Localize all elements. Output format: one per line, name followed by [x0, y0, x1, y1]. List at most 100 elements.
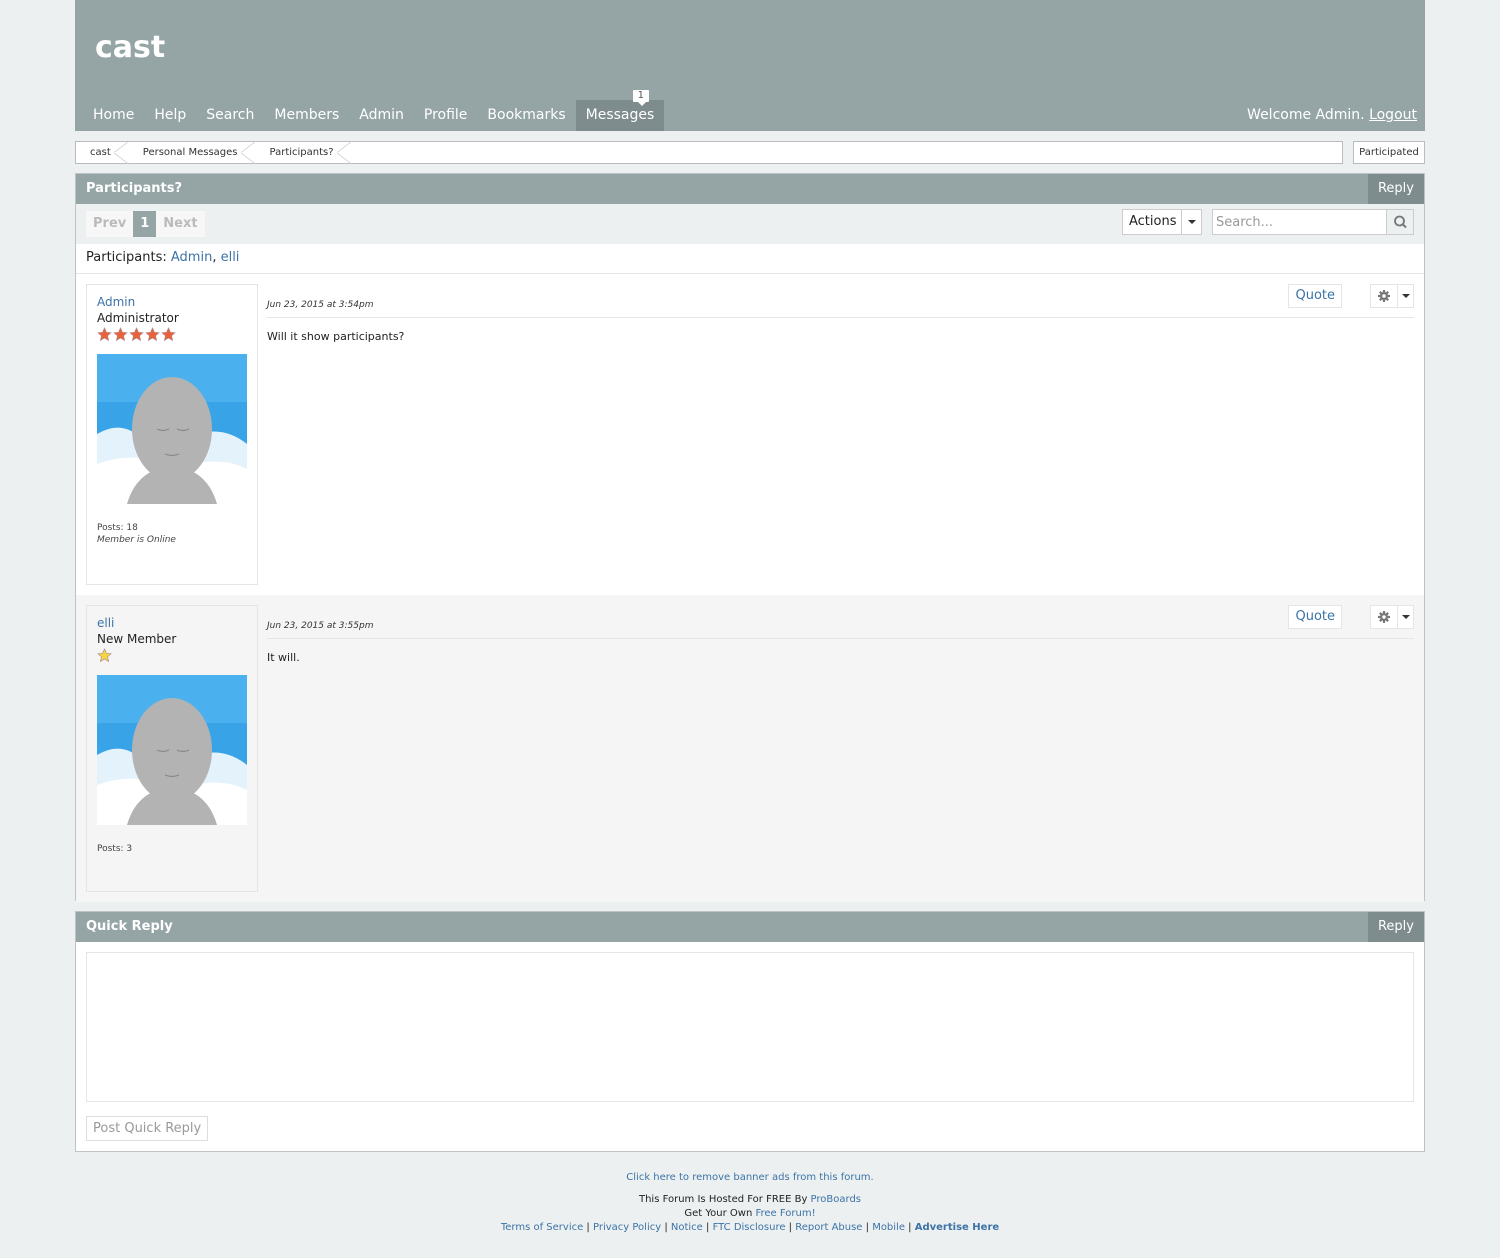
- remove-ads-link[interactable]: Click here to remove banner ads from thi…: [75, 1172, 1425, 1183]
- post-date[interactable]: Jun 23, 2015 at 3:55pm: [267, 605, 1414, 639]
- gear-icon: [1378, 611, 1390, 623]
- welcome-area: Welcome Admin. Logout: [1247, 100, 1417, 131]
- main-nav: Home Help Search Members Admin Profile B…: [83, 90, 665, 131]
- quick-reply-title-bar: Quick Reply Reply: [76, 912, 1424, 942]
- breadcrumb-current[interactable]: Participants?: [256, 141, 352, 164]
- post-count: Posts: 3: [97, 844, 133, 854]
- nav-help[interactable]: Help: [144, 100, 196, 131]
- quick-reply-reply-button[interactable]: Reply: [1367, 912, 1424, 942]
- post-count: Posts: 18: [97, 523, 138, 533]
- search-input[interactable]: [1213, 210, 1385, 234]
- post-quick-reply-button[interactable]: Post Quick Reply: [86, 1116, 209, 1141]
- actions-dropdown[interactable]: Actions: [1122, 209, 1202, 235]
- prev-page-button[interactable]: Prev: [86, 211, 134, 237]
- post-date[interactable]: Jun 23, 2015 at 3:54pm: [267, 284, 1414, 318]
- post-author-link[interactable]: elli: [97, 616, 247, 631]
- footer-separator: |: [661, 1222, 671, 1233]
- site-title[interactable]: cast: [95, 30, 165, 65]
- chevron-down-icon: [1397, 606, 1413, 628]
- nav-messages-label: Messages: [585, 107, 655, 123]
- pagination: Prev 1 Next: [86, 211, 205, 237]
- avatar[interactable]: [97, 675, 247, 825]
- star-icon: [161, 327, 176, 342]
- chevron-down-icon: [1181, 210, 1201, 234]
- thread-title: Participants?: [86, 181, 183, 196]
- quick-reply-panel: Quick Reply Reply Post Quick Reply: [75, 911, 1425, 1152]
- post-author-link[interactable]: Admin: [97, 295, 247, 310]
- online-status: Member is Online: [97, 535, 176, 545]
- footer-links: Terms of Service | Privacy Policy | Noti…: [75, 1221, 1425, 1235]
- participants-label: Participants:: [86, 250, 171, 265]
- post-body: It will.: [267, 651, 300, 664]
- breadcrumb-cast[interactable]: cast: [76, 141, 129, 164]
- chevron-down-icon: [1397, 285, 1413, 307]
- free-forum-link[interactable]: Free Forum!: [755, 1208, 815, 1219]
- quick-reply-title: Quick Reply: [86, 919, 173, 934]
- privacy-link[interactable]: Privacy Policy: [593, 1222, 661, 1233]
- nav-messages[interactable]: Messages 1: [575, 90, 665, 131]
- post: elli New Member Posts: 3 Jun 23, 2015 at…: [76, 595, 1424, 902]
- post-content: Jun 23, 2015 at 3:54pm Quote Will it sho…: [267, 284, 1414, 343]
- rank-stars: [97, 648, 247, 664]
- ftc-link[interactable]: FTC Disclosure: [713, 1222, 786, 1233]
- reply-button[interactable]: Reply: [1367, 174, 1424, 204]
- participant-elli[interactable]: elli: [221, 250, 240, 265]
- proboards-link[interactable]: ProBoards: [811, 1194, 861, 1205]
- star-icon: [145, 327, 160, 342]
- star-icon: [97, 327, 112, 342]
- participant-admin[interactable]: Admin: [171, 250, 212, 265]
- avatar[interactable]: [97, 354, 247, 504]
- star-icon: [113, 327, 128, 342]
- star-icon: [129, 327, 144, 342]
- footer-separator: |: [785, 1222, 796, 1233]
- post-body: Will it show participants?: [267, 330, 405, 343]
- footer-separator: |: [583, 1222, 593, 1233]
- current-page[interactable]: 1: [133, 211, 157, 237]
- star-icon: [97, 648, 112, 663]
- messages-badge: 1: [632, 90, 650, 106]
- search-icon: [1394, 215, 1407, 229]
- nav-profile[interactable]: Profile: [414, 100, 478, 131]
- nav-search[interactable]: Search: [196, 100, 264, 131]
- nav-members[interactable]: Members: [264, 100, 349, 131]
- quote-button[interactable]: Quote: [1288, 284, 1342, 308]
- terms-link[interactable]: Terms of Service: [501, 1222, 583, 1233]
- footer: Click here to remove banner ads from thi…: [75, 1172, 1425, 1235]
- thread-search: [1212, 209, 1414, 235]
- mobile-link[interactable]: Mobile: [872, 1222, 905, 1233]
- next-page-button[interactable]: Next: [156, 211, 205, 237]
- footer-separator: |: [702, 1222, 713, 1233]
- mini-profile: Admin Administrator Posts: 18 Member is …: [86, 284, 258, 585]
- hosted-line: This Forum Is Hosted For FREE By ProBoar…: [75, 1193, 1425, 1207]
- search-button[interactable]: [1386, 210, 1413, 234]
- user-rank: New Member: [97, 632, 177, 646]
- own-forum-line: Get Your Own Free Forum!: [75, 1207, 1425, 1221]
- post: Admin Administrator Posts: 18 Member is …: [76, 274, 1424, 595]
- breadcrumb-personal-messages[interactable]: Personal Messages: [129, 141, 256, 164]
- post-content: Jun 23, 2015 at 3:55pm Quote It will.: [267, 605, 1414, 664]
- gear-icon: [1378, 290, 1390, 302]
- participated-button[interactable]: Participated: [1353, 141, 1425, 164]
- quote-button[interactable]: Quote: [1288, 605, 1342, 629]
- welcome-text: Welcome Admin.: [1247, 107, 1370, 123]
- footer-separator: |: [862, 1222, 873, 1233]
- participants-separator: ,: [212, 250, 221, 265]
- actions-label: Actions: [1129, 214, 1177, 229]
- own-forum-text: Get Your Own: [684, 1208, 756, 1219]
- nav-admin[interactable]: Admin: [349, 100, 414, 131]
- rank-stars: [97, 327, 247, 343]
- thread-controls: Prev 1 Next Actions: [76, 204, 1424, 244]
- participants-line: Participants: Admin, elli: [76, 244, 1424, 274]
- post-options-button[interactable]: [1370, 284, 1414, 308]
- user-rank: Administrator: [97, 311, 179, 325]
- logout-link[interactable]: Logout: [1369, 107, 1417, 123]
- nav-home[interactable]: Home: [83, 100, 144, 131]
- quick-reply-textarea[interactable]: [86, 952, 1414, 1102]
- notice-link[interactable]: Notice: [671, 1222, 703, 1233]
- nav-bookmarks[interactable]: Bookmarks: [477, 100, 575, 131]
- thread-panel: Participants? Reply Prev 1 Next Actions …: [75, 173, 1425, 902]
- post-options-button[interactable]: [1370, 605, 1414, 629]
- mini-profile: elli New Member Posts: 3: [86, 605, 258, 892]
- advertise-link[interactable]: Advertise Here: [915, 1222, 999, 1233]
- report-abuse-link[interactable]: Report Abuse: [795, 1222, 862, 1233]
